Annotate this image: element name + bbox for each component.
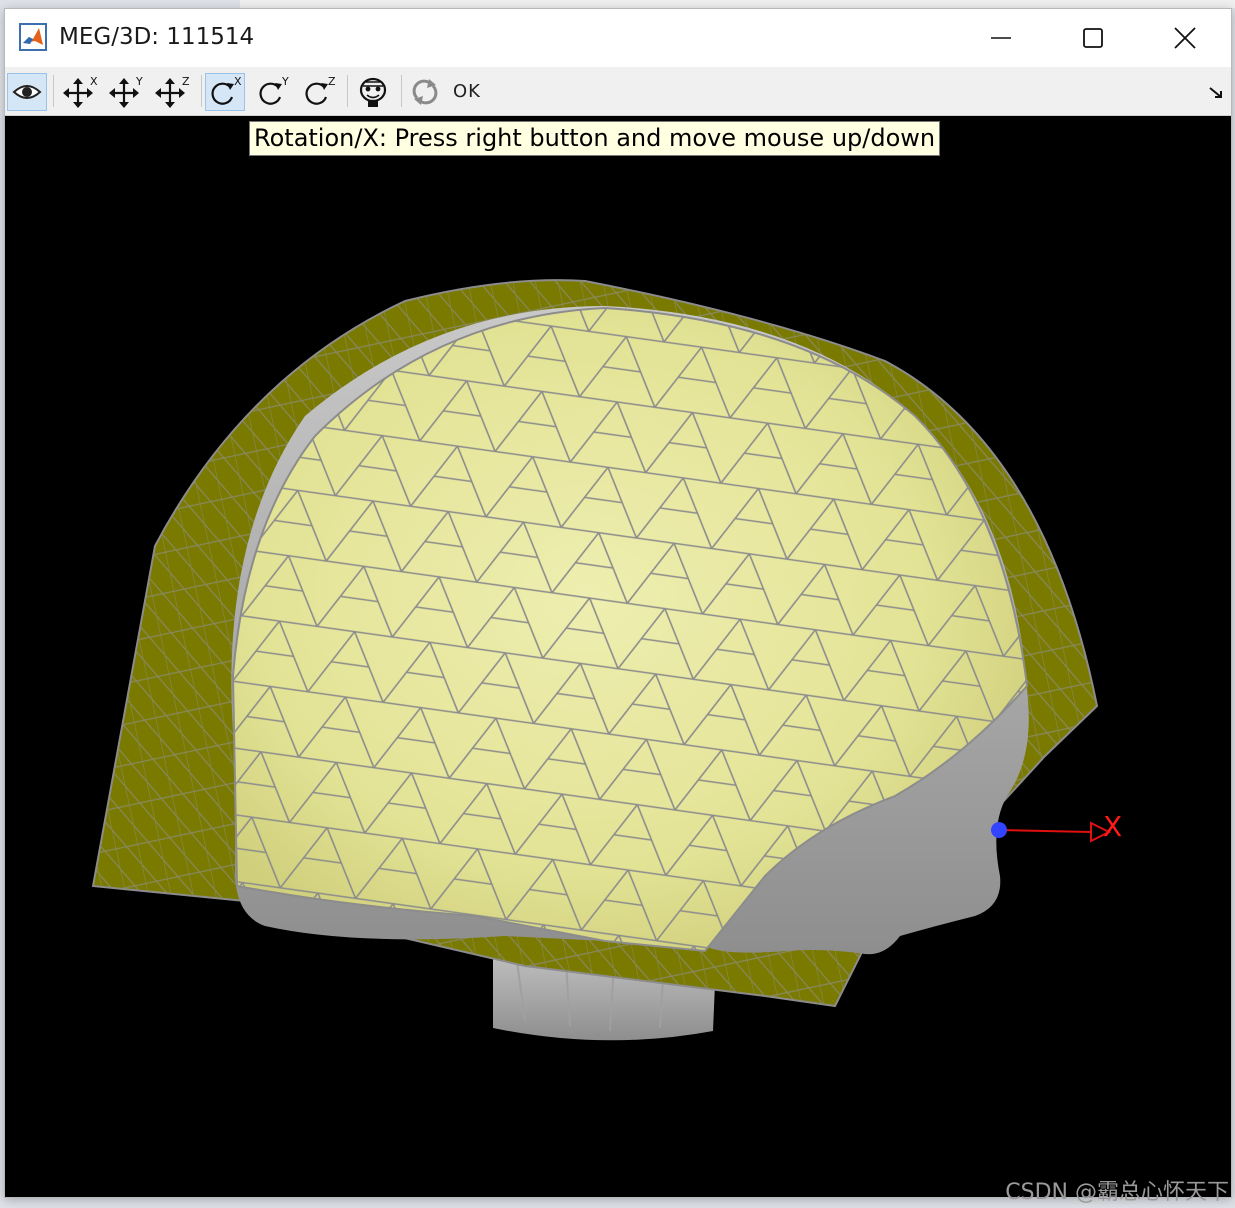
head-model-scene[interactable] xyxy=(5,116,1231,1197)
minimize-button[interactable] xyxy=(955,9,1047,67)
toolbar-separator xyxy=(53,75,54,107)
matlab-logo-icon xyxy=(19,23,47,51)
minimize-icon xyxy=(991,37,1011,39)
head-icon xyxy=(359,77,387,107)
svg-text:Y: Y xyxy=(281,75,289,88)
watermark: CSDN @霸总心怀天下 xyxy=(1005,1180,1229,1205)
rotate-x-button[interactable]: X xyxy=(205,73,245,111)
ok-button[interactable]: OK xyxy=(453,81,481,102)
rotate-z-button[interactable]: Z xyxy=(299,73,339,111)
eye-icon xyxy=(12,85,42,99)
close-icon xyxy=(1174,27,1196,49)
close-button[interactable] xyxy=(1139,9,1231,67)
toolbar-separator xyxy=(201,75,202,107)
svg-text:Z: Z xyxy=(182,75,190,88)
move-y-icon: Y xyxy=(109,75,143,108)
move-z-button[interactable]: Z xyxy=(153,73,193,111)
figure-toolbar: X Y Z X Y Z OK xyxy=(5,67,1231,116)
head-view-button[interactable] xyxy=(353,73,393,111)
svg-text:Z: Z xyxy=(328,75,336,88)
reset-icon xyxy=(412,79,438,105)
3d-viewer-canvas[interactable]: Rotation/X: Press right button and move … xyxy=(5,116,1231,1197)
move-x-button[interactable]: X xyxy=(61,73,101,111)
move-z-icon: Z xyxy=(155,75,190,108)
rotation-tooltip: Rotation/X: Press right button and move … xyxy=(249,121,941,156)
reset-view-button[interactable] xyxy=(405,73,445,111)
window-title: MEG/3D: 111514 xyxy=(59,24,255,50)
toolbar-separator xyxy=(401,75,402,107)
title-bar[interactable]: MEG/3D: 111514 xyxy=(5,9,1231,67)
background-window-strip xyxy=(240,0,1235,8)
maximize-icon xyxy=(1083,28,1103,48)
svg-text:Y: Y xyxy=(135,75,143,88)
move-y-button[interactable]: Y xyxy=(107,73,147,111)
rotate-y-button[interactable]: Y xyxy=(253,73,293,111)
svg-text:X: X xyxy=(234,75,242,88)
meg-3d-window: MEG/3D: 111514 X Y Z X Y Z OK Rotation/X… xyxy=(4,8,1232,1198)
rotate-x-icon: X xyxy=(211,75,242,105)
svg-text:X: X xyxy=(90,75,98,88)
rotate-y-icon: Y xyxy=(259,75,289,105)
rotate-z-icon: Z xyxy=(305,75,336,105)
view-mode-button[interactable] xyxy=(7,73,47,111)
coordinate-axis-x xyxy=(991,821,1112,843)
toolbar-separator xyxy=(347,75,348,107)
x-axis-label: X xyxy=(1103,810,1123,843)
toolbar-dock-arrow-icon[interactable] xyxy=(1207,83,1225,101)
maximize-button[interactable] xyxy=(1047,9,1139,67)
move-x-icon: X xyxy=(63,75,98,108)
